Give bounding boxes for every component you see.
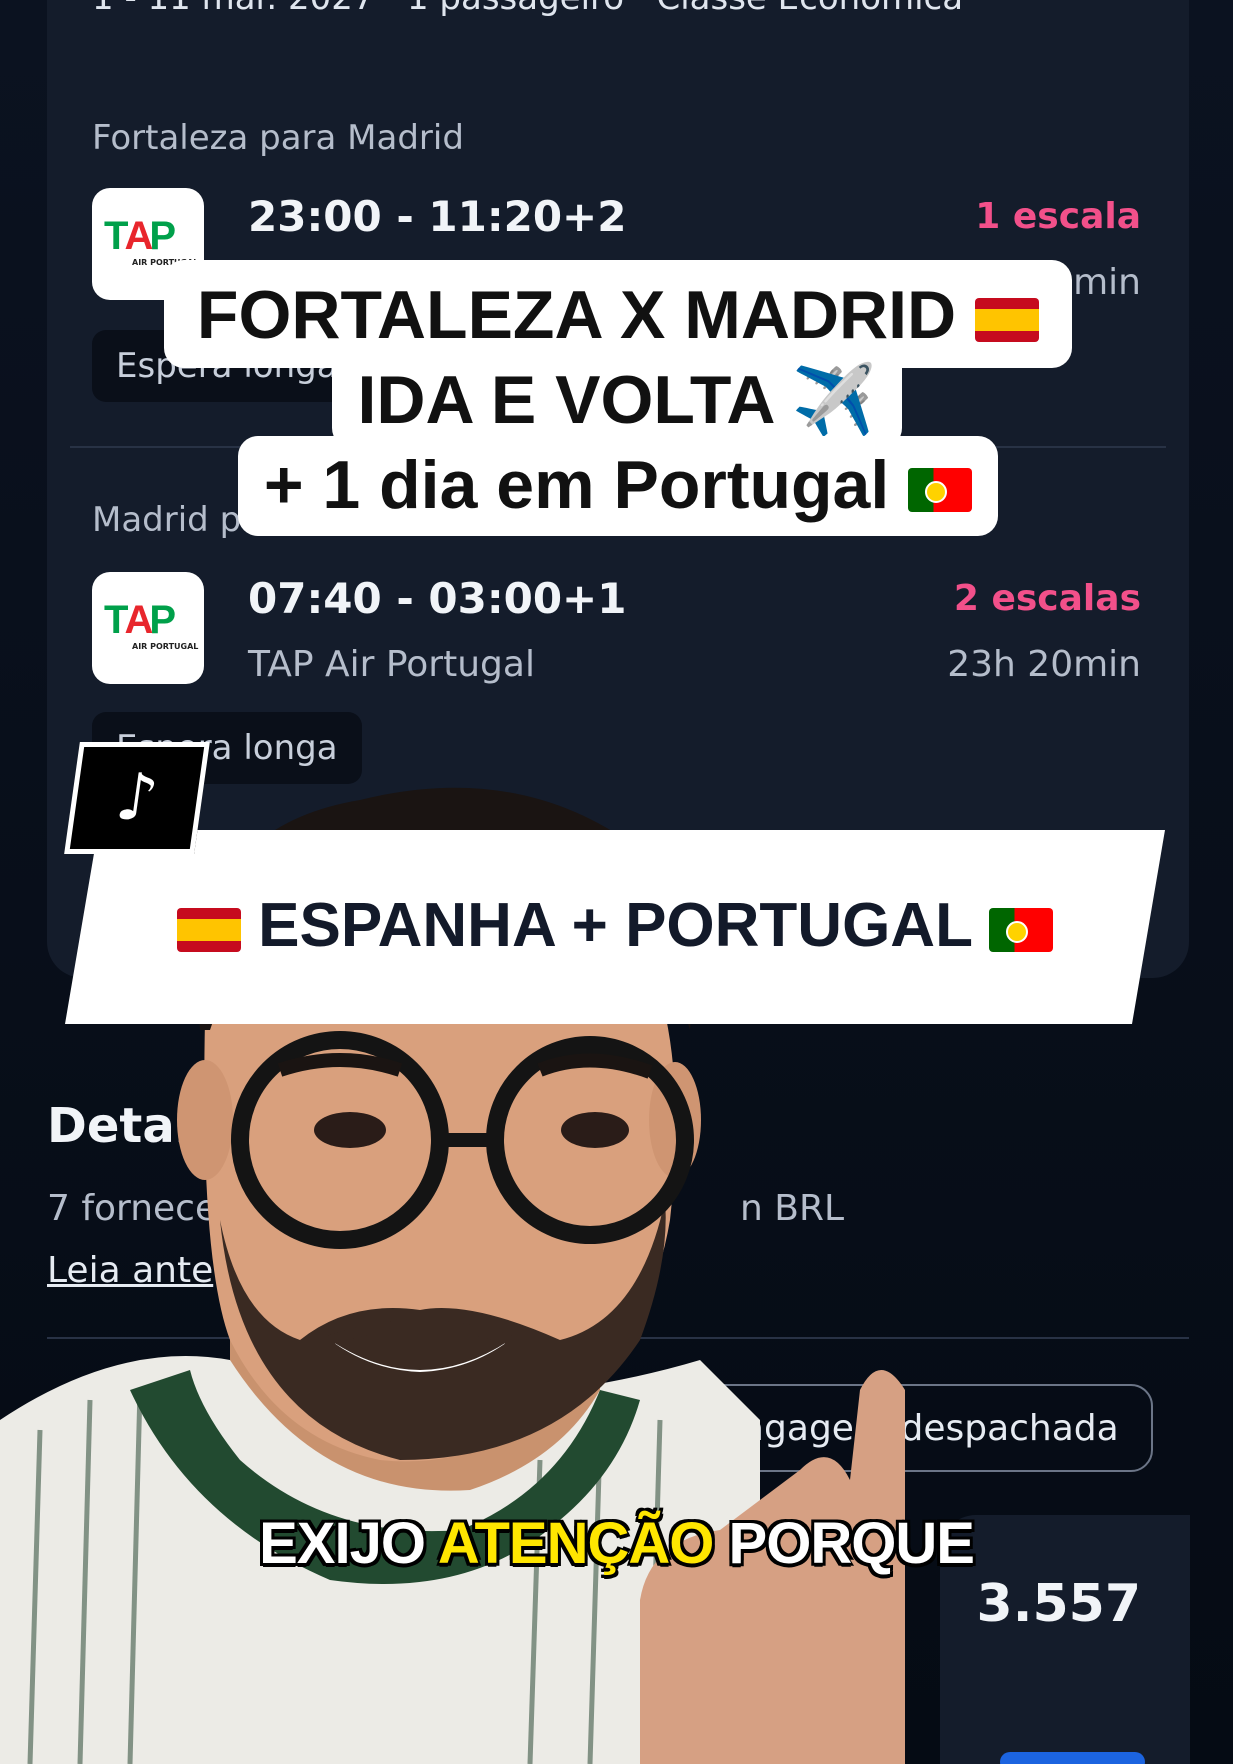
banner-title: ESPANHA + PORTUGAL [65,890,1165,961]
video-caption: EXIJO ATENÇÃO PORQUE [0,1510,1233,1577]
inbound-airline: TAP Air Portugal [248,644,535,685]
overlay-line3-text: + 1 dia em Portugal [263,447,890,523]
inbound-stops: 2 escalas [953,578,1141,619]
tiktok-icon: ♪ [64,742,210,854]
tap-logo-mark: TAP [104,214,176,258]
portugal-flag-icon [989,907,1054,952]
tap-logo: TAP AIR PORTUGAL [92,572,204,684]
spain-flag-icon [975,298,1040,343]
inbound-duration: 23h 20min [947,644,1141,685]
outbound-stops: 1 escala [975,196,1141,237]
overlay-title-line3: + 1 dia em Portugal [238,436,998,536]
portugal-flag-icon [908,468,973,513]
outbound-title: Fortaleza para Madrid [92,118,464,158]
caption-word3: PORQUE [728,1511,975,1576]
caption-word1: EXIJO [259,1511,426,1576]
caption-highlight-word: ATENÇÃO [437,1511,714,1576]
overlay-line2-text: IDA E VOLTA ✈️ [357,362,877,438]
spain-flag-icon [176,907,241,952]
overlay-line1-text: FORTALEZA X MADRID [196,277,957,353]
tap-logo-sub: AIR PORTUGAL [132,642,199,651]
trip-summary: 1 - 11 mar. 2027 · 1 passageiro · Classe… [92,0,963,18]
overlay-title-line2: IDA E VOLTA ✈️ [332,348,902,448]
inbound-times: 07:40 - 03:00+1 [248,574,627,623]
outbound-times: 23:00 - 11:20+2 [248,192,627,241]
banner-text: ESPANHA + PORTUGAL [258,891,972,960]
tap-logo-mark: TAP [104,598,176,642]
select-button[interactable] [1000,1752,1145,1764]
